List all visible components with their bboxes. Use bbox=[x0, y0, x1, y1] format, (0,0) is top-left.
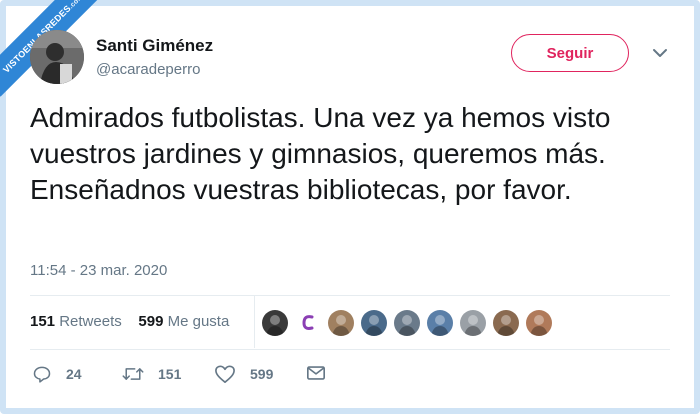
liker-avatar-4[interactable] bbox=[361, 310, 387, 336]
engagement-stats: 151 Retweets 599 Me gusta bbox=[30, 313, 229, 330]
retweets-stat[interactable]: 151 Retweets bbox=[30, 313, 122, 330]
follow-button[interactable]: Seguir bbox=[511, 34, 629, 72]
reply-count: 24 bbox=[66, 366, 82, 382]
tweet-text: Admirados futbolistas. Una vez ya hemos … bbox=[30, 102, 611, 205]
like-action[interactable]: 599 bbox=[214, 364, 273, 384]
liker-avatar-5[interactable] bbox=[394, 310, 420, 336]
retweets-label: Retweets bbox=[59, 313, 122, 330]
reply-icon bbox=[33, 366, 51, 383]
liker-avatar-3[interactable] bbox=[328, 310, 354, 336]
reply-action[interactable]: 24 bbox=[32, 364, 82, 384]
divider-top bbox=[30, 295, 670, 296]
likes-count: 599 bbox=[138, 313, 164, 330]
likes-stat[interactable]: 599 Me gusta bbox=[138, 313, 229, 330]
liker-avatar-8[interactable] bbox=[493, 310, 519, 336]
liker-avatar-1[interactable] bbox=[262, 310, 288, 336]
stats-separator bbox=[254, 296, 255, 348]
tweet-timestamp[interactable]: 11:54 - 23 mar. 2020 bbox=[30, 262, 167, 279]
author-name[interactable]: Santi Giménez bbox=[96, 36, 213, 56]
retweet-count: 151 bbox=[158, 366, 182, 382]
author-avatar[interactable] bbox=[30, 30, 84, 84]
author-handle[interactable]: @acaradeperro bbox=[96, 61, 200, 78]
liker-avatar-7[interactable] bbox=[460, 310, 486, 336]
watermark-suffix: .com bbox=[67, 0, 85, 11]
message-action[interactable] bbox=[306, 364, 326, 382]
liker-avatar-6[interactable] bbox=[427, 310, 453, 336]
retweet-action[interactable]: 151 bbox=[122, 364, 181, 384]
heart-icon bbox=[215, 365, 235, 383]
liker-avatar-2[interactable] bbox=[295, 310, 321, 336]
divider-bottom bbox=[30, 349, 670, 350]
retweets-count: 151 bbox=[30, 313, 56, 330]
likes-label: Me gusta bbox=[167, 313, 230, 330]
user-avatar-icon bbox=[30, 30, 84, 84]
liker-avatar-9[interactable] bbox=[526, 310, 552, 336]
like-count: 599 bbox=[250, 366, 274, 382]
retweet-icon bbox=[122, 368, 144, 380]
message-icon bbox=[307, 366, 325, 380]
chevron-down-icon[interactable] bbox=[650, 45, 670, 61]
